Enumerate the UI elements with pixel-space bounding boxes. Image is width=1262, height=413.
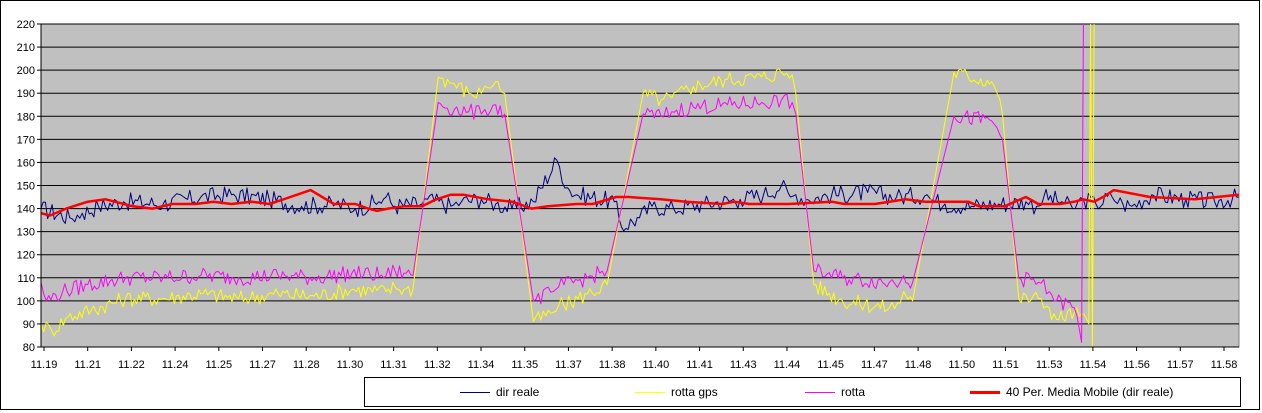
- y-tick-label: 120: [17, 250, 35, 262]
- legend-item-dir-reale: dir reale: [460, 378, 539, 406]
- legend-swatch-rotta-gps: [635, 391, 665, 393]
- legend-item-rotta-gps: rotta gps: [635, 378, 718, 406]
- y-tick-label: 200: [17, 65, 35, 77]
- x-tick-label: 11.19: [31, 359, 58, 371]
- legend: dir reale rotta gps rotta 40 Per. Media …: [364, 377, 1241, 407]
- y-tick-label: 100: [17, 296, 35, 308]
- legend-item-moving-average: 40 Per. Media Mobile (dir reale): [970, 378, 1173, 406]
- legend-label-dir-reale: dir reale: [496, 385, 540, 399]
- legend-swatch-moving-average: [970, 390, 1000, 394]
- x-tick-label: 11.25: [205, 359, 232, 371]
- x-tick-label: 11.51: [992, 359, 1019, 371]
- y-tick-label: 220: [17, 19, 35, 31]
- x-tick-label: 11.32: [424, 359, 451, 371]
- y-axis: 80 90 100 110 120 130 140 150 160 170 180 190 200 210…: [17, 19, 42, 354]
- x-tick-label: 11.22: [118, 359, 145, 371]
- legend-swatch-rotta: [805, 391, 835, 393]
- x-tick-label: 11.58: [1211, 359, 1238, 371]
- x-tick-label: 11.34: [468, 359, 495, 371]
- x-tick-label: 11.37: [555, 359, 582, 371]
- y-tick-label: 190: [17, 88, 35, 100]
- legend-item-rotta: rotta: [805, 378, 865, 406]
- y-tick-label: 160: [17, 157, 35, 169]
- x-tick-label: 11.54: [1080, 359, 1107, 371]
- y-tick-label: 110: [17, 273, 35, 285]
- x-tick-label: 11.38: [599, 359, 626, 371]
- x-tick-label: 11.31: [380, 359, 407, 371]
- line-chart: 80 90 100 110 120 130 140 150 160 170 180 190 200 210…: [17, 19, 1240, 371]
- x-tick-label: 11.21: [74, 359, 101, 371]
- legend-label-rotta-gps: rotta gps: [671, 385, 718, 399]
- x-tick-label: 11.50: [948, 359, 975, 371]
- x-tick-label: 11.48: [905, 359, 932, 371]
- y-tick-label: 210: [17, 42, 35, 54]
- x-tick-label: 11.35: [511, 359, 538, 371]
- legend-label-moving-average: 40 Per. Media Mobile (dir reale): [1006, 385, 1174, 399]
- y-tick-label: 150: [17, 181, 35, 193]
- x-tick-label: 11.57: [1167, 359, 1194, 371]
- y-tick-label: 130: [17, 227, 35, 239]
- x-tick-label: 11.43: [730, 359, 757, 371]
- x-tick-label: 11.27: [249, 359, 276, 371]
- x-tick-label: 11.56: [1123, 359, 1150, 371]
- x-tick-label: 11.28: [293, 359, 320, 371]
- y-tick-label: 180: [17, 111, 35, 123]
- x-tick-label: 11.24: [162, 359, 189, 371]
- legend-swatch-dir-reale: [460, 391, 490, 393]
- x-tick-label: 11.53: [1036, 359, 1063, 371]
- x-tick-label: 11.30: [337, 359, 364, 371]
- y-tick-label: 80: [23, 342, 35, 354]
- x-tick-label: 11.40: [642, 359, 669, 371]
- x-tick-label: 11.41: [686, 359, 713, 371]
- x-axis: 11.19 11.21 11.22 11.24 11.25 11.27 11.28 11.30…: [31, 346, 1239, 371]
- legend-label-rotta: rotta: [841, 385, 866, 399]
- chart-frame: 80 90 100 110 120 130 140 150 160 170 180 190 200 210…: [0, 0, 1260, 410]
- y-tick-label: 90: [23, 319, 35, 331]
- x-tick-label: 11.44: [774, 359, 801, 371]
- x-tick-label: 11.47: [861, 359, 888, 371]
- y-tick-label: 140: [17, 204, 35, 216]
- x-tick-label: 11.45: [817, 359, 844, 371]
- y-tick-label: 170: [17, 134, 35, 146]
